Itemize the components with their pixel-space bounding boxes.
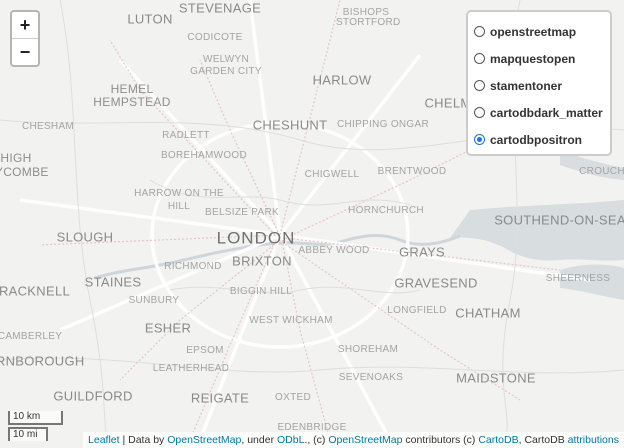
attribution-osm-link[interactable]: OpenStreetMap — [167, 434, 241, 446]
zoom-out-button[interactable]: − — [12, 39, 38, 65]
layer-option-mapquestopen[interactable]: mapquestopen — [474, 45, 604, 72]
layer-radio-cartodbdark-matter[interactable] — [474, 107, 485, 118]
place-london: LONDON — [216, 228, 296, 248]
place-leatherhead: LEATHERHEAD — [152, 363, 230, 374]
place-bishops-stortford: BISHOPS STORTFORD — [336, 7, 401, 28]
place-radlett: RADLETT — [162, 130, 210, 141]
place-brentwood: BRENTWOOD — [377, 166, 447, 177]
place-oxted: OXTED — [275, 392, 311, 403]
place-codicote: CODICOTE — [187, 32, 243, 43]
attribution-osm-contributors-link[interactable]: OpenStreetMap — [328, 434, 402, 446]
place-luton: LUTON — [127, 11, 173, 27]
layer-option-stamentoner[interactable]: stamentoner — [474, 72, 604, 99]
place-reigate: REIGATE — [190, 390, 250, 406]
attribution-attributions-link[interactable]: attributions — [568, 434, 619, 446]
layer-label-mapquestopen: mapquestopen — [490, 51, 576, 66]
place-southend: SOUTHEND-ON-SEA — [494, 212, 624, 228]
place-maidstone: MAIDSTONE — [456, 370, 536, 386]
layers-control: openstreetmap mapquestopen stamentoner c… — [466, 10, 612, 156]
scale-bar-km: 10 km — [8, 411, 63, 425]
place-abbey-wood: ABBEY WOOD — [298, 245, 370, 256]
place-longfield: LONGFIELD — [387, 305, 447, 316]
place-chigwell: CHIGWELL — [304, 169, 360, 180]
place-bracknell: BRACKNELL — [0, 283, 71, 299]
attribution-text: | Data by — [119, 434, 168, 446]
attribution-text: , under — [241, 434, 277, 446]
scale-bar-mi: 10 mi — [8, 427, 48, 441]
attribution-odbl-link[interactable]: ODbL — [277, 434, 304, 446]
zoom-control: + − — [10, 10, 40, 67]
place-borehamwood: BOREHAMWOOD — [160, 150, 248, 161]
zoom-in-button[interactable]: + — [12, 12, 38, 39]
place-stevenage: STEVENAGE — [178, 0, 262, 16]
place-crouch: CROUCH — [579, 166, 624, 177]
layer-label-stamentoner: stamentoner — [490, 78, 563, 93]
place-hemel: HEMEL HEMPSTEAD — [93, 82, 171, 109]
layer-radio-mapquestopen[interactable] — [474, 53, 485, 64]
place-slough: SLOUGH — [56, 229, 114, 245]
place-guildford: GUILDFORD — [53, 388, 133, 404]
place-cheshunt: CHESHUNT — [252, 117, 328, 133]
place-sunbury: SUNBURY — [128, 295, 180, 306]
layer-radio-cartodbpositron[interactable] — [474, 134, 485, 145]
map[interactable]: STEVENAGE LUTON CODICOTE BISHOPS STORTFO… — [0, 0, 624, 448]
layer-label-cartodbpositron: cartodbpositron — [490, 132, 582, 147]
attribution-text: , CartoDB — [518, 434, 568, 446]
place-grays: GRAYS — [398, 244, 446, 260]
attribution-leaflet-link[interactable]: Leaflet — [88, 434, 120, 446]
place-harlow: HARLOW — [312, 72, 372, 88]
layer-option-openstreetmap[interactable]: openstreetmap — [474, 18, 604, 45]
place-sevenoaks: SEVENOAKS — [338, 372, 404, 383]
place-staines: STAINES — [84, 274, 142, 290]
place-high-wycombe: HIGH WYCOMBE — [0, 151, 49, 179]
layer-label-openstreetmap: openstreetmap — [490, 24, 577, 39]
layer-radio-stamentoner[interactable] — [474, 80, 485, 91]
place-shoreham: SHOREHAM — [337, 344, 399, 355]
place-chatham: CHATHAM — [455, 305, 521, 321]
place-farnborough: FARNBOROUGH — [0, 353, 85, 369]
layer-option-cartodbpositron[interactable]: cartodbpositron — [474, 126, 604, 153]
place-gravesend: GRAVESEND — [394, 275, 478, 291]
place-epsom: EPSOM — [186, 345, 224, 356]
place-esher: ESHER — [144, 320, 192, 336]
place-camberley: CAMBERLEY — [0, 331, 63, 342]
place-chelmsford: CHELM — [424, 95, 472, 111]
attribution-text: ., (c) — [304, 434, 329, 446]
layer-option-cartodbdark-matter[interactable]: cartodbdark_matter — [474, 99, 604, 126]
attribution-cartodb-link[interactable]: CartoDB — [478, 434, 518, 446]
place-hornchurch: HORNCHURCH — [348, 205, 424, 216]
attribution-text: contributors (c) — [402, 434, 479, 446]
layer-label-cartodbdark-matter: cartodbdark_matter — [490, 105, 603, 120]
place-richmond: RICHMOND — [164, 261, 222, 272]
place-belsize: BELSIZE PARK — [205, 207, 279, 218]
place-brixton: BRIXTON — [232, 253, 292, 269]
place-chesham: CHESHAM — [21, 121, 75, 132]
place-west-wickham: WEST WICKHAM — [249, 315, 333, 326]
layer-radio-openstreetmap[interactable] — [474, 26, 485, 37]
attribution: Leaflet | Data by OpenStreetMap, under O… — [83, 432, 624, 448]
place-sheerness: SHEERNESS — [545, 273, 611, 284]
place-welwyn: WELWYN GARDEN CITY — [190, 54, 262, 77]
place-biggin-hill: BIGGIN HILL — [229, 286, 293, 297]
place-chipping-ongar: CHIPPING ONGAR — [337, 119, 429, 130]
